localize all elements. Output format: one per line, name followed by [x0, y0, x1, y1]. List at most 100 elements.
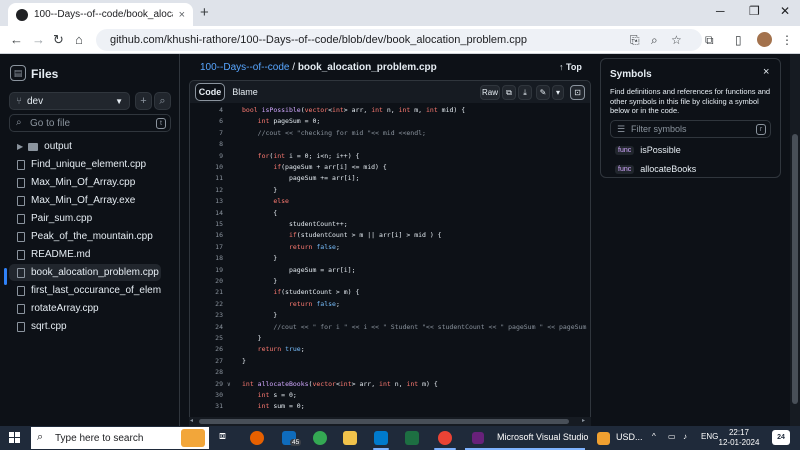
line-number[interactable]: 30 — [190, 390, 223, 401]
excel-icon[interactable] — [405, 431, 419, 445]
line-number[interactable]: 23 — [190, 310, 223, 321]
code-line[interactable]: 12 } — [190, 185, 590, 196]
close-window-button[interactable]: ✕ — [780, 4, 790, 18]
restore-button[interactable]: ❐ — [749, 4, 760, 18]
firefox-icon[interactable] — [250, 431, 264, 445]
vscode-icon[interactable] — [374, 431, 388, 445]
line-number[interactable]: 16 — [190, 230, 223, 241]
line-number[interactable]: 9 — [190, 151, 223, 162]
tree-file[interactable]: Pair_sum.cpp — [9, 210, 161, 227]
line-number[interactable]: 8 — [190, 139, 223, 150]
code-line[interactable]: 15 studentCount++; — [190, 219, 590, 230]
url-omnibox[interactable]: github.com/khushi-rathore/100--Days--of-… — [96, 29, 702, 51]
code-line[interactable]: 9 for(int i = 0; i<n; i++) { — [190, 151, 590, 162]
tree-file[interactable]: book_alocation_problem.cpp — [9, 264, 161, 281]
tab-close-icon[interactable]: × — [179, 9, 185, 21]
code-line[interactable]: 31 int sum = 0; — [190, 401, 590, 412]
code-line[interactable]: 19 pageSum = arr[i]; — [190, 265, 590, 276]
home-icon[interactable]: ⌂ — [75, 32, 83, 47]
line-number[interactable]: 11 — [190, 173, 223, 184]
close-icon[interactable]: × — [763, 66, 769, 78]
line-number[interactable]: 25 — [190, 333, 223, 344]
network-icon[interactable]: ▭ — [668, 432, 676, 441]
chrome-icon[interactable] — [313, 431, 327, 445]
windows-start-icon[interactable] — [9, 432, 21, 444]
code-line[interactable]: 27} — [190, 356, 590, 367]
search-button[interactable]: ⌕ — [154, 92, 171, 110]
line-number[interactable]: 6 — [190, 116, 223, 127]
line-number[interactable]: 26 — [190, 344, 223, 355]
copy-icon[interactable]: ⧉ — [502, 85, 516, 100]
tree-file[interactable]: Max_Min_Of_Array.cpp — [9, 174, 161, 191]
line-number[interactable]: 28 — [190, 367, 223, 378]
code-line[interactable]: 26 return true; — [190, 344, 590, 355]
bookmark-star-icon[interactable]: ☆ — [671, 33, 682, 47]
visual-studio-icon[interactable] — [472, 432, 484, 444]
file-explorer-icon[interactable] — [343, 431, 357, 445]
line-number[interactable]: 17 — [190, 242, 223, 253]
fold-chevron-icon[interactable]: ∨ — [227, 379, 231, 390]
breadcrumb-repo-link[interactable]: 100--Days--of--code — [200, 62, 289, 73]
line-number[interactable]: 7 — [190, 128, 223, 139]
browser-tab[interactable]: 100--Days--of--code/book_alocatio × — [8, 3, 193, 26]
chrome-active-icon[interactable] — [438, 431, 452, 445]
line-number[interactable]: 22 — [190, 299, 223, 310]
code-line[interactable]: 6 int pageSum = 0; — [190, 116, 590, 127]
install-app-icon[interactable]: ⎘ — [630, 33, 640, 48]
tree-file[interactable]: README.md — [9, 246, 161, 263]
code-line[interactable]: 11 pageSum += arr[i]; — [190, 173, 590, 184]
menu-kebab-icon[interactable]: ⋮ — [781, 33, 793, 47]
scroll-right-icon[interactable]: ▸ — [582, 417, 585, 424]
line-number[interactable]: 31 — [190, 401, 223, 412]
zoom-icon[interactable]: ⌕ — [651, 33, 658, 48]
taskbar-active-app[interactable]: Microsoft Visual Studio — [497, 432, 588, 442]
horizontal-scrollbar[interactable]: ◂ ▸ — [189, 417, 591, 426]
symbol-item[interactable]: func allocateBooks — [615, 164, 696, 174]
line-number[interactable]: 24 — [190, 322, 223, 333]
code-line[interactable]: 14 { — [190, 208, 590, 219]
line-number[interactable]: 21 — [190, 287, 223, 298]
line-number[interactable]: 14 — [190, 208, 223, 219]
line-number[interactable]: 18 — [190, 253, 223, 264]
tab-code[interactable]: Code — [195, 83, 225, 101]
volume-icon[interactable]: ♪ — [683, 432, 687, 441]
line-number[interactable]: 27 — [190, 356, 223, 367]
line-number[interactable]: 10 — [190, 162, 223, 173]
code-line[interactable]: 16 if(studentCount > m || arr[i] > mid )… — [190, 230, 590, 241]
code-line[interactable]: 24 //cout << " for i " << i << " Student… — [190, 322, 590, 333]
tray-chevron-icon[interactable]: ^ — [652, 432, 656, 441]
symbol-item[interactable]: func isPossible — [615, 145, 681, 155]
tab-blame[interactable]: Blame — [229, 83, 261, 101]
side-panel-icon[interactable]: ▯ — [735, 33, 742, 47]
code-line[interactable]: 10 if(pageSum + arr[i] <= mid) { — [190, 162, 590, 173]
code-line[interactable]: 20 } — [190, 276, 590, 287]
code-line[interactable]: 8 — [190, 139, 590, 150]
tree-file[interactable]: first_last_occurance_of_element.c... — [9, 282, 161, 299]
edit-dropdown-icon[interactable]: ▾ — [552, 85, 564, 100]
back-arrow-icon[interactable]: ← — [10, 32, 23, 47]
currency-widget[interactable]: USD... — [616, 432, 643, 442]
code-line[interactable]: 30 int s = 0; — [190, 390, 590, 401]
symbols-panel-toggle-icon[interactable]: ⊡ — [570, 85, 585, 100]
notification-center[interactable]: 24 — [772, 430, 790, 445]
add-file-button[interactable]: + — [135, 92, 152, 110]
go-to-file-input[interactable]: ⌕ Go to file t — [9, 114, 171, 132]
input-language[interactable]: ENG — [701, 432, 718, 441]
new-tab-button[interactable]: + — [200, 4, 209, 21]
code-line[interactable]: 29 ∨ int allocateBooks(vector<int> arr, in… — [190, 379, 590, 390]
code-line[interactable]: 25 } — [190, 333, 590, 344]
taskbar-search-input[interactable]: ⌕ Type here to search — [31, 427, 209, 449]
code-line[interactable]: 13 else — [190, 196, 590, 207]
scroll-left-icon[interactable]: ◂ — [190, 417, 193, 424]
tree-file[interactable]: Max_Min_Of_Array.exe — [9, 192, 161, 209]
back-to-top-link[interactable]: ↑ Top — [559, 62, 582, 72]
filter-symbols-input[interactable]: ☰ Filter symbols r — [610, 120, 771, 138]
line-number[interactable]: 12 — [190, 185, 223, 196]
code-line[interactable]: 7 //cout << "checking for mid "<< mid <<… — [190, 128, 590, 139]
line-number[interactable]: 4 — [190, 105, 223, 116]
code-line[interactable]: 23 } — [190, 310, 590, 321]
code-line[interactable]: 4 bool isPossible(vector<int> arr, int n,… — [190, 105, 590, 116]
scroll-thumb[interactable] — [792, 134, 798, 404]
code-line[interactable]: 28 — [190, 367, 590, 378]
tree-file[interactable]: sqrt.cpp — [9, 318, 161, 335]
